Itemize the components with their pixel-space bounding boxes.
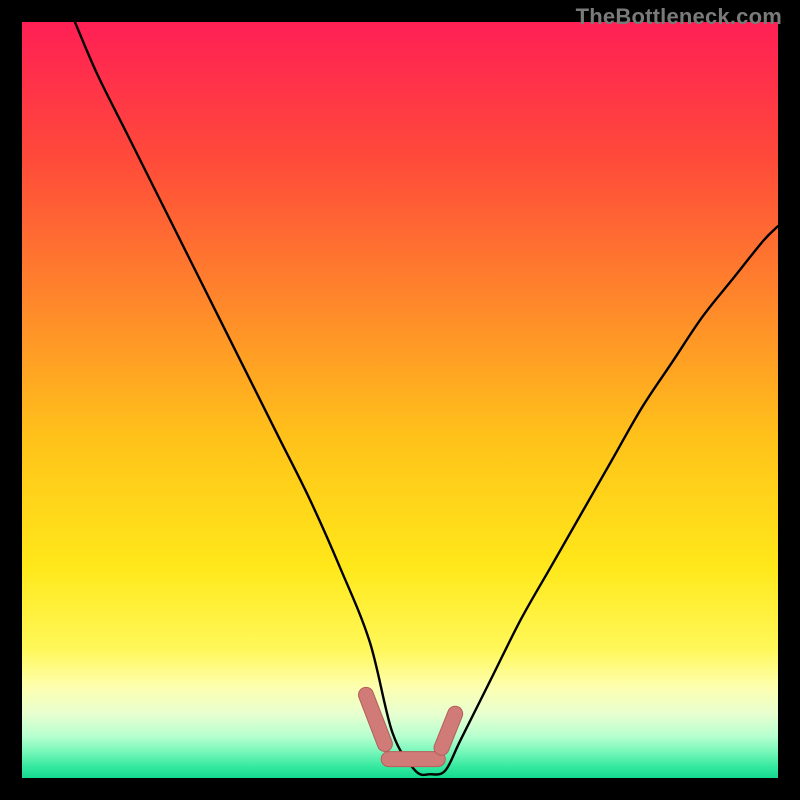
bottleneck-curve [22, 22, 778, 778]
watermark-text: TheBottleneck.com [576, 4, 782, 30]
plot-area [22, 22, 778, 778]
chart-frame: TheBottleneck.com [0, 0, 800, 800]
